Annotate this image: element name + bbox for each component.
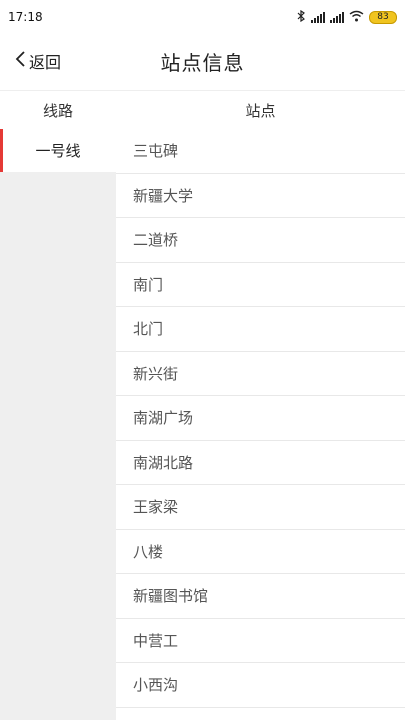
wifi-icon — [349, 10, 364, 25]
back-label: 返回 — [29, 53, 62, 72]
line-item-1[interactable]: 一号线 — [0, 129, 116, 172]
station-item[interactable]: 二道桥 — [116, 218, 405, 263]
column-header-line: 线路 — [42, 101, 73, 120]
signal-icon-2 — [330, 11, 344, 23]
bluetooth-icon — [297, 9, 306, 25]
chevron-left-icon — [14, 50, 26, 72]
station-item[interactable]: 北门 — [116, 307, 405, 352]
station-item[interactable]: 小西沟 — [116, 663, 405, 708]
line-list: 一号线 — [0, 129, 116, 720]
status-icons: 83 — [297, 9, 397, 25]
column-header-station: 站点 — [245, 101, 276, 120]
line-item-label: 一号线 — [35, 142, 81, 160]
station-item[interactable]: 八楼 — [116, 530, 405, 574]
station-item[interactable]: 新疆图书馆 — [116, 574, 405, 619]
signal-icon — [311, 11, 325, 23]
battery-indicator: 83 — [369, 10, 397, 24]
back-button[interactable]: 返回 — [14, 34, 61, 88]
station-item[interactable]: 新疆大学 — [116, 174, 405, 218]
app-header: 返回 站点信息 — [0, 34, 405, 88]
status-bar: 17:18 83 — [0, 0, 405, 34]
station-item[interactable]: 三屯碑 — [116, 129, 405, 174]
station-item[interactable]: 新兴街 — [116, 352, 405, 396]
station-list: 三屯碑 新疆大学 二道桥 南门 北门 新兴街 南湖广场 南湖北路 王家梁 八楼 … — [116, 129, 405, 720]
station-item[interactable]: 中营工 — [116, 619, 405, 663]
selected-indicator — [0, 129, 3, 172]
station-item[interactable]: 王家梁 — [116, 485, 405, 530]
status-time: 17:18 — [8, 10, 43, 24]
station-item[interactable]: 南湖北路 — [116, 441, 405, 485]
page-title: 站点信息 — [160, 50, 245, 75]
station-item[interactable]: 南门 — [116, 263, 405, 307]
column-header: 线路 站点 — [0, 90, 405, 130]
station-item[interactable]: 南湖广场 — [116, 396, 405, 441]
